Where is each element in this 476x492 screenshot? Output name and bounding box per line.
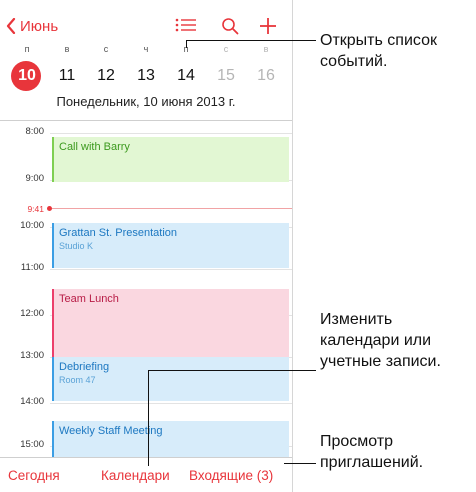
weekday-label: ч [143, 44, 149, 54]
event-call-with-barry[interactable]: Call with Barry [52, 137, 289, 182]
date-cell[interactable]: 12 [91, 62, 121, 90]
date-cell[interactable]: 15 [211, 62, 241, 90]
weekday-label: в [263, 44, 269, 54]
selected-date-title: Понедельник, 10 июня 2013 г. [56, 94, 236, 109]
date-cell[interactable]: 14 [171, 62, 201, 90]
callout-text: событий. [320, 53, 388, 70]
hour-label: 8:00 [25, 126, 45, 137]
hour-label: 12:00 [20, 308, 44, 319]
calendars-button[interactable]: Календари [101, 468, 170, 483]
hour-label: 9:00 [25, 173, 45, 184]
weekday-label: с [223, 44, 229, 54]
weekday-label: с [103, 44, 109, 54]
hour-label: 10:00 [20, 220, 44, 231]
bottom-toolbar: Сегодня Календари Входящие (3) [0, 457, 292, 492]
callout-calendars: Изменить календари или учетные записи. [320, 309, 441, 372]
chevron-left-icon [6, 18, 16, 34]
callout-line-list [186, 40, 316, 41]
day-timeline[interactable]: 8:00 9:00 10:00 11:00 12:00 13:00 14:00 … [0, 121, 292, 457]
calendar-screen: Июнь п в с ч п с в 10 11 12 13 14 15 16 … [0, 0, 293, 492]
hour-label: 11:00 [20, 262, 44, 273]
hour-label: 13:00 [20, 350, 44, 361]
back-button[interactable]: Июнь [6, 14, 58, 38]
callout-text: Открыть список [320, 32, 437, 49]
callout-text: Просмотр [320, 433, 394, 450]
list-icon[interactable] [172, 12, 200, 40]
callout-line-list-tick [186, 40, 187, 48]
callout-line-inbox [284, 463, 316, 464]
back-label: Июнь [20, 17, 59, 35]
weekday-label: в [64, 44, 70, 54]
hour-label: 15:00 [20, 439, 44, 450]
hour-line [50, 403, 292, 404]
event-grattan-presentation[interactable]: Grattan St. Presentation Studio K [52, 223, 289, 268]
event-title: Team Lunch [59, 293, 119, 305]
callout-text: календари или [320, 332, 432, 349]
current-time-label: 9:41 [27, 204, 44, 214]
event-title: Weekly Staff Meeting [59, 425, 163, 437]
search-icon[interactable] [216, 12, 244, 40]
event-debriefing[interactable]: Debriefing Room 47 [52, 357, 289, 401]
event-team-lunch[interactable]: Team Lunch [52, 289, 289, 357]
callout-invitations: Просмотр приглашений. [320, 431, 423, 473]
callout-line-calendars [148, 370, 316, 371]
weekday-label: п [24, 44, 30, 54]
hour-line [50, 269, 292, 270]
plus-icon[interactable] [254, 12, 282, 40]
callout-list-events: Открыть список событий. [320, 30, 437, 72]
date-row: 10 11 12 13 14 15 16 [0, 61, 292, 91]
today-button[interactable]: Сегодня [8, 468, 60, 483]
weekday-row: п в с ч п с в [0, 44, 292, 58]
callout-text: приглашений. [320, 454, 424, 471]
date-cell[interactable]: 11 [52, 62, 82, 90]
date-cell[interactable]: 16 [251, 62, 281, 90]
event-location: Room 47 [59, 375, 96, 385]
hour-label: 14:00 [20, 396, 44, 407]
event-location: Studio K [59, 241, 94, 251]
callout-text: учетные записи. [320, 353, 441, 370]
event-title: Call with Barry [59, 141, 130, 153]
hour-line [50, 133, 292, 134]
current-time-line [52, 208, 292, 209]
date-today[interactable]: 10 [11, 61, 42, 91]
event-title: Debriefing [59, 361, 110, 373]
callout-text: Изменить [320, 311, 393, 328]
event-title: Grattan St. Presentation [59, 227, 178, 239]
inbox-button[interactable]: Входящие (3) [189, 468, 273, 483]
callout-line-calendars-vertical [148, 370, 149, 466]
date-cell[interactable]: 13 [131, 62, 161, 90]
event-weekly-staff-meeting[interactable]: Weekly Staff Meeting [52, 421, 289, 457]
